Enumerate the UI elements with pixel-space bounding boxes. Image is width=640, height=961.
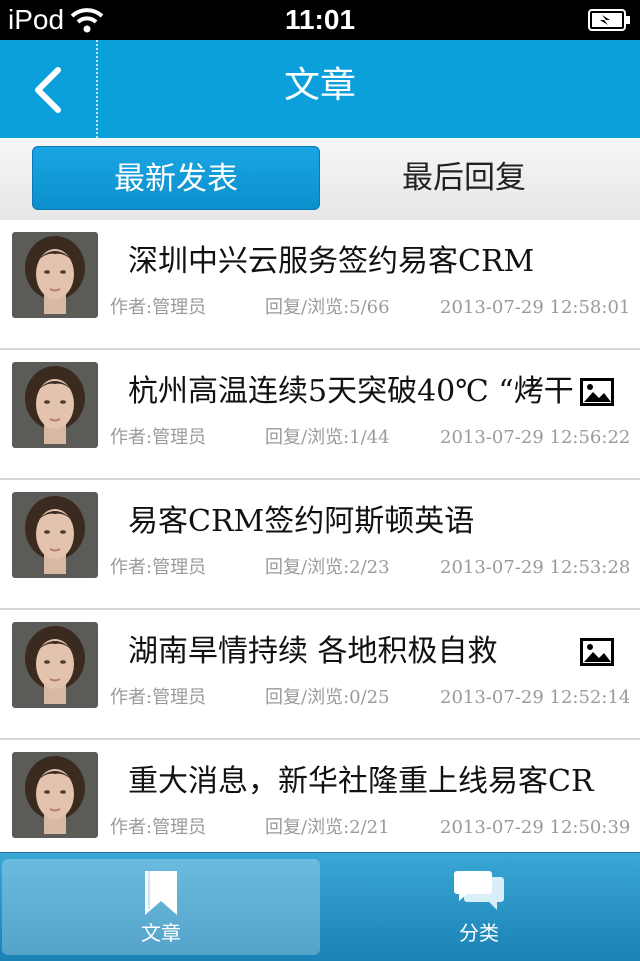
article-stats: 回复/浏览:0/25 [265,687,390,708]
page-title: 文章 [283,65,356,106]
article-title: 重大消息，新华社隆重上线易客CR [128,764,594,799]
article-date: 2013-07-29 12:58:01 [440,297,631,318]
list-item[interactable]: 重大消息，新华社隆重上线易客CR 作者:管理员 回复/浏览:2/21 2013-… [0,740,640,852]
article-title: 湖南旱情持续 各地积极自救 [128,634,498,669]
image-icon [580,378,614,406]
article-date: 2013-07-29 12:53:28 [440,557,631,578]
article-title: 深圳中兴云服务签约易客CRM [128,244,535,279]
article-author: 作者:管理员 [110,557,207,578]
status-time: 11:01 [284,4,356,35]
article-title: 杭州高温连续5天突破40℃ “烤干 [128,374,574,409]
nav-bar: 文章 [0,40,640,138]
battery-icon [588,9,630,31]
tab-articles-label: 文章 [141,921,181,945]
avatar [12,492,98,578]
article-stats: 回复/浏览:2/21 [265,817,390,838]
avatar [12,362,98,448]
article-title: 易客CRM签约阿斯顿英语 [128,504,475,539]
segmented-control: 最新发表 最后回复 [0,138,640,221]
tab-categories[interactable]: 分类 [320,859,638,955]
bookmark-icon [145,871,177,915]
article-stats: 回复/浏览:2/23 [265,557,390,578]
avatar [12,752,98,838]
segment-latest[interactable]: 最新发表 [32,146,320,210]
segment-last-reply[interactable]: 最后回复 [320,146,608,210]
article-stats: 回复/浏览:5/66 [265,297,390,318]
article-date: 2013-07-29 12:56:22 [440,427,631,448]
tab-bar: 文章 分类 [0,852,640,961]
avatar [12,232,98,318]
chat-bubbles-icon [454,871,504,910]
avatar [12,622,98,708]
list-item[interactable]: 深圳中兴云服务签约易客CRM 作者:管理员 回复/浏览:5/66 2013-07… [0,220,640,350]
tab-categories-label: 分类 [459,921,499,945]
article-list: 深圳中兴云服务签约易客CRM 作者:管理员 回复/浏览:5/66 2013-07… [0,220,640,852]
status-bar: iPod 11:01 [0,0,640,40]
article-author: 作者:管理员 [110,687,207,708]
tab-articles[interactable]: 文章 [2,859,320,955]
article-author: 作者:管理员 [110,817,207,838]
list-item[interactable]: 杭州高温连续5天突破40℃ “烤干 作者:管理员 回复/浏览:1/44 2013… [0,350,640,480]
article-author: 作者:管理员 [110,297,207,318]
article-date: 2013-07-29 12:52:14 [440,687,631,708]
article-date: 2013-07-29 12:50:39 [440,817,631,838]
list-item[interactable]: 易客CRM签约阿斯顿英语 作者:管理员 回复/浏览:2/23 2013-07-2… [0,480,640,610]
list-item[interactable]: 湖南旱情持续 各地积极自救 作者:管理员 回复/浏览:0/25 2013-07-… [0,610,640,740]
article-author: 作者:管理员 [110,427,207,448]
article-stats: 回复/浏览:1/44 [265,427,390,448]
image-icon [580,638,614,666]
